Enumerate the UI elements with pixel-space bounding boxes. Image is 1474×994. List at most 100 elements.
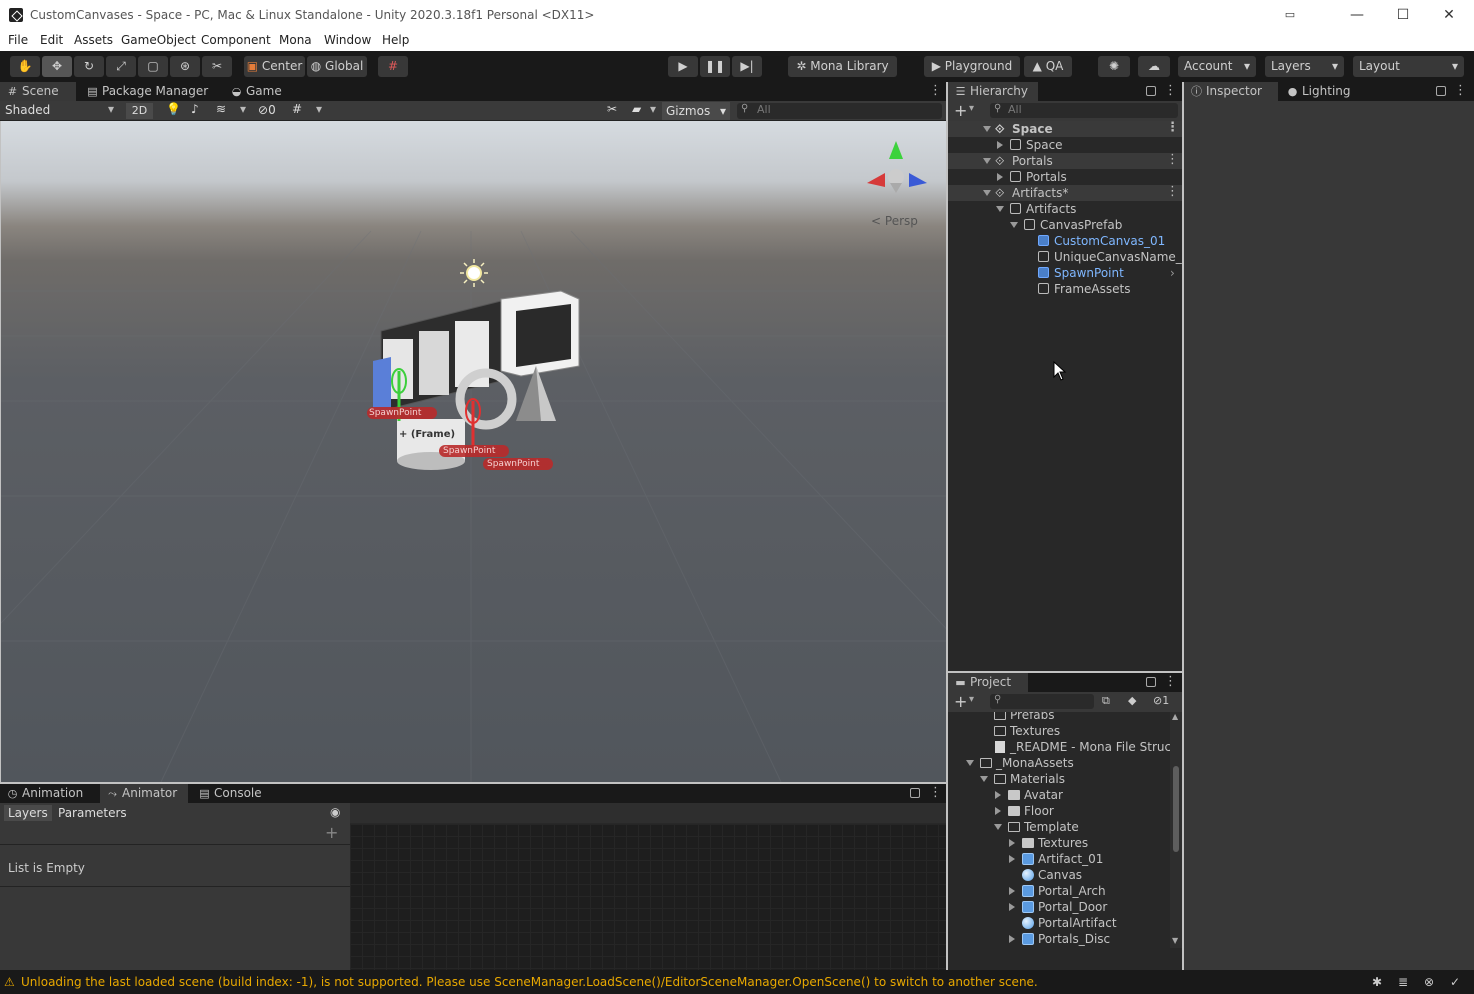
filter-by-label-icon[interactable]: ◆ <box>1128 694 1136 707</box>
project-item-textures[interactable]: Textures <box>948 723 1170 739</box>
chevron-down-icon[interactable] <box>983 190 991 196</box>
project-item-avatar[interactable]: Avatar <box>948 787 1170 803</box>
hierarchy-item-portals[interactable]: Portals <box>948 169 1182 185</box>
hierarchy-item-space[interactable]: Space <box>948 137 1182 153</box>
scene-viewport[interactable]: SpawnPoint SpawnPoint SpawnPoint + (Fram… <box>1 121 946 782</box>
audio-toggle-icon[interactable]: ♪ <box>191 102 199 116</box>
menu-help[interactable]: Help <box>382 33 409 47</box>
hidden-packages-toggle[interactable]: ⊘1 <box>1153 694 1169 707</box>
tab-inspector[interactable]: ⓘ Inspector <box>1184 82 1278 101</box>
tab-package-manager[interactable]: ▤ Package Manager <box>80 82 220 101</box>
scroll-up-icon[interactable]: ▲ <box>1172 712 1178 721</box>
grid-snap-icon[interactable]: # <box>378 56 408 77</box>
cache-icon[interactable]: ≣ <box>1398 970 1408 994</box>
scene-menu-icon[interactable] <box>1166 184 1179 200</box>
project-item-portalartifact[interactable]: PortalArtifact <box>948 915 1170 931</box>
chevron-right-icon[interactable] <box>1009 839 1015 847</box>
add-icon[interactable]: + <box>954 692 967 711</box>
chevron-right-icon[interactable] <box>997 141 1003 149</box>
layout-dropdown[interactable]: Layout ▾ <box>1353 56 1464 77</box>
spawn-point-label[interactable]: SpawnPoint <box>443 446 495 456</box>
tab-animator[interactable]: ⤳ Animator <box>100 784 188 803</box>
orientation-gizmo[interactable] <box>867 141 927 193</box>
chevron-right-icon[interactable] <box>1009 855 1015 863</box>
hand-tool-icon[interactable]: ✋ <box>10 56 40 77</box>
qa-button[interactable]: ▲ QA <box>1024 56 1072 77</box>
tab-layers[interactable]: Layers <box>4 805 52 821</box>
hierarchy-item-customcanvas-01[interactable]: CustomCanvas_01 <box>948 233 1182 249</box>
lock-icon[interactable] <box>910 788 920 798</box>
scene-search-input[interactable]: ⚲ All <box>737 103 942 119</box>
project-item-template-textures[interactable]: Textures <box>948 835 1170 851</box>
window-layout-icon[interactable]: ▭ <box>1280 6 1300 24</box>
project-item-prefabs[interactable]: Prefabs <box>948 712 1170 723</box>
animator-graph[interactable] <box>350 824 946 970</box>
tab-game[interactable]: ◒ Game <box>224 82 294 101</box>
project-scrollbar[interactable]: ▲ ▼ <box>1170 712 1182 948</box>
pause-button[interactable]: ❚❚ <box>700 56 730 77</box>
close-button[interactable]: ✕ <box>1439 6 1459 24</box>
project-menu-icon[interactable] <box>1164 674 1177 689</box>
chevron-right-icon[interactable] <box>1009 903 1015 911</box>
project-item-canvas[interactable]: Canvas <box>948 867 1170 883</box>
hierarchy-item-uniquecanvasname[interactable]: UniqueCanvasName_1 <box>948 249 1182 265</box>
chevron-right-icon[interactable] <box>1009 935 1015 943</box>
chevron-right-icon[interactable] <box>997 173 1003 181</box>
chevron-down-icon[interactable] <box>994 824 1002 830</box>
chevron-down-icon[interactable] <box>983 158 991 164</box>
gizmos-dropdown[interactable]: Gizmos ▾ <box>662 102 730 120</box>
effects-toggle-icon[interactable]: ≋ <box>216 102 226 116</box>
chevron-down-icon[interactable] <box>1010 222 1018 228</box>
tab-project[interactable]: ▬ Project <box>948 673 1028 692</box>
lock-icon[interactable] <box>1436 86 1446 96</box>
chevron-right-icon[interactable] <box>995 791 1001 799</box>
scale-tool-icon[interactable]: ⤢ <box>106 56 136 77</box>
progress-icon[interactable]: ⊗ <box>1424 970 1434 994</box>
chevron-right-icon[interactable] <box>1009 887 1015 895</box>
pivot-space-toggle[interactable]: ◍ Global <box>307 56 367 77</box>
tab-scene[interactable]: # Scene <box>0 82 76 101</box>
inspector-menu-icon[interactable] <box>1454 83 1467 98</box>
step-button[interactable]: ▶| <box>732 56 762 77</box>
chevron-right-icon[interactable] <box>995 807 1001 815</box>
playground-button[interactable]: ▶ Playground <box>924 56 1020 77</box>
scrollbar-thumb[interactable] <box>1173 766 1179 852</box>
tab-lighting[interactable]: ● Lighting <box>1280 82 1366 101</box>
cloud-icon[interactable]: ☁ <box>1138 56 1170 77</box>
mona-library-button[interactable]: ✲ Mona Library <box>788 56 897 77</box>
hierarchy-item-artifacts[interactable]: Artifacts <box>948 201 1182 217</box>
custom-tool-icon[interactable]: ✂ <box>202 56 232 77</box>
debug-icon[interactable]: ✱ <box>1372 970 1382 994</box>
perspective-toggle[interactable]: < Persp <box>871 214 918 228</box>
tab-console[interactable]: ▤ Console <box>192 784 272 803</box>
hierarchy-item-frameassets[interactable]: FrameAssets <box>948 281 1182 297</box>
chevron-down-icon[interactable]: ▾ <box>240 102 246 116</box>
maximize-button[interactable]: ☐ <box>1393 6 1413 24</box>
tab-hierarchy[interactable]: ☰ Hierarchy <box>948 82 1038 101</box>
scroll-down-icon[interactable]: ▼ <box>1172 936 1178 945</box>
tab-parameters[interactable]: Parameters <box>58 805 127 821</box>
chevron-down-icon[interactable]: ▾ <box>316 102 322 116</box>
hierarchy-item-spawnpoint[interactable]: SpawnPoint › <box>948 265 1182 281</box>
hierarchy-menu-icon[interactable] <box>1164 83 1177 98</box>
project-item-template[interactable]: Template <box>948 819 1170 835</box>
collab-icon[interactable]: ✺ <box>1098 56 1130 77</box>
tab-animation[interactable]: ◷ Animation <box>0 784 96 803</box>
minimize-button[interactable]: — <box>1347 6 1367 24</box>
hierarchy-item-canvasprefab[interactable]: CanvasPrefab <box>948 217 1182 233</box>
grid-toggle-icon[interactable]: # <box>292 102 302 116</box>
animator-menu-icon[interactable] <box>929 785 942 800</box>
project-item-portal-arch[interactable]: Portal_Arch <box>948 883 1170 899</box>
chevron-down-icon[interactable] <box>966 760 974 766</box>
chevron-down-icon[interactable] <box>980 776 988 782</box>
lock-icon[interactable] <box>1146 86 1156 96</box>
project-item-monaassets[interactable]: _MonaAssets <box>948 755 1170 771</box>
lighting-toggle-icon[interactable]: 💡 <box>166 102 181 116</box>
menu-edit[interactable]: Edit <box>40 33 63 47</box>
chevron-down-icon[interactable]: ▾ <box>650 102 656 116</box>
project-item-artifact-01[interactable]: Artifact_01 <box>948 851 1170 867</box>
chevron-down-icon[interactable]: ▾ <box>969 694 974 705</box>
spawn-point-label[interactable]: SpawnPoint <box>487 459 539 469</box>
scene-menu-icon[interactable] <box>1166 152 1179 168</box>
project-item-portals-disc[interactable]: Portals_Disc <box>948 931 1170 947</box>
